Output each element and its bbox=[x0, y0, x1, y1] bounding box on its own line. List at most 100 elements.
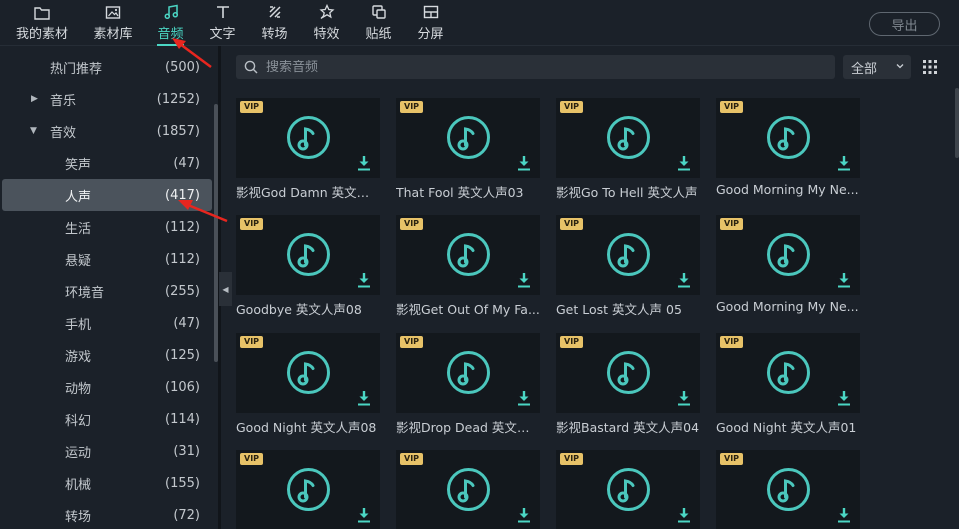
split-screen-icon bbox=[422, 3, 440, 21]
image-library-icon bbox=[104, 3, 122, 21]
audio-thumbnail[interactable]: VIP bbox=[396, 450, 540, 529]
sidebar-item-sound-effects[interactable]: ▼ 音效 (1857) bbox=[2, 115, 212, 147]
sidebar-item-phone[interactable]: 手机 (47) bbox=[2, 307, 212, 339]
audio-card[interactable]: VIP Get Lost 英文人声 05 bbox=[556, 215, 700, 317]
audio-library-window: 我的素材 素材库 音频 文字 转场 特效 贴纸 分屏 导出 热门推荐 (500)… bbox=[0, 0, 959, 529]
audio-card[interactable]: VIP Good Morning My Ne... bbox=[716, 215, 860, 317]
download-icon[interactable] bbox=[677, 390, 691, 406]
audio-card[interactable]: VIP 影视Go To Hell 英文人声 bbox=[556, 98, 700, 200]
audio-card[interactable]: VIP That Fool 英文人声03 bbox=[396, 98, 540, 200]
sidebar-item-scifi[interactable]: 科幻 (114) bbox=[2, 403, 212, 435]
sidebar-item-voice[interactable]: 人声 (417) bbox=[2, 179, 212, 211]
audio-card[interactable]: VIP bbox=[396, 450, 540, 529]
audio-thumbnail[interactable]: VIP bbox=[556, 333, 700, 413]
category-sidebar: 热门推荐 (500) ▶ 音乐 (1252) ▼ 音效 (1857) 笑声 (4… bbox=[0, 50, 220, 529]
audio-card[interactable]: VIP 影视Bastard 英文人声04 bbox=[556, 333, 700, 435]
audio-title: 影视Get Out Of My Fa... bbox=[396, 302, 540, 317]
vip-badge: VIP bbox=[560, 453, 584, 465]
audio-card[interactable]: VIP Good Morning My Ne... bbox=[716, 98, 860, 200]
search-input[interactable] bbox=[266, 59, 806, 75]
download-icon[interactable] bbox=[357, 272, 371, 288]
download-icon[interactable] bbox=[517, 272, 531, 288]
audio-card[interactable]: VIP Good Night 英文人声08 bbox=[236, 333, 380, 435]
audio-card[interactable]: VIP Good Night 英文人声01 bbox=[716, 333, 860, 435]
download-icon[interactable] bbox=[677, 155, 691, 171]
tab-effects[interactable]: 特效 bbox=[313, 0, 340, 46]
sidebar-item-mechanical[interactable]: 机械 (155) bbox=[2, 467, 212, 499]
tab-split-screen[interactable]: 分屏 bbox=[417, 0, 444, 46]
sidebar-item-animal[interactable]: 动物 (106) bbox=[2, 371, 212, 403]
sidebar-item-sports[interactable]: 运动 (31) bbox=[2, 435, 212, 467]
vip-badge: VIP bbox=[720, 218, 744, 230]
download-icon[interactable] bbox=[837, 390, 851, 406]
audio-title: 影视God Damn 英文人声 bbox=[236, 185, 380, 200]
audio-thumbnail[interactable]: VIP bbox=[236, 450, 380, 529]
vip-badge: VIP bbox=[400, 218, 424, 230]
audio-card[interactable]: VIP bbox=[556, 450, 700, 529]
audio-thumbnail[interactable]: VIP bbox=[236, 98, 380, 178]
tab-my-media[interactable]: 我的素材 bbox=[16, 0, 68, 46]
audio-title: Good Morning My Ne... bbox=[716, 182, 859, 197]
audio-card[interactable]: VIP bbox=[716, 450, 860, 529]
audio-thumbnail[interactable]: VIP bbox=[716, 98, 860, 178]
audio-thumbnail[interactable]: VIP bbox=[236, 333, 380, 413]
download-icon[interactable] bbox=[837, 155, 851, 171]
sidebar-item-hot[interactable]: 热门推荐 (500) bbox=[2, 51, 212, 83]
audio-card[interactable]: VIP 影视Drop Dead 英文人声 bbox=[396, 333, 540, 435]
collapse-sidebar-button[interactable]: ◀ bbox=[219, 272, 232, 306]
audio-thumbnail[interactable]: VIP bbox=[556, 450, 700, 529]
tab-transitions[interactable]: 转场 bbox=[261, 0, 288, 46]
vip-badge: VIP bbox=[560, 218, 584, 230]
sidebar-item-music[interactable]: ▶ 音乐 (1252) bbox=[2, 83, 212, 115]
chevron-left-icon: ◀ bbox=[222, 284, 229, 294]
tab-stock-library[interactable]: 素材库 bbox=[93, 0, 133, 46]
audio-card[interactable]: VIP Goodbye 英文人声08 bbox=[236, 215, 380, 317]
sidebar-item-ambient[interactable]: 环境音 (255) bbox=[2, 275, 212, 307]
download-icon[interactable] bbox=[837, 507, 851, 523]
effects-icon bbox=[318, 3, 336, 21]
download-icon[interactable] bbox=[677, 272, 691, 288]
content-scrollbar[interactable] bbox=[955, 88, 959, 158]
vip-badge: VIP bbox=[400, 101, 424, 113]
audio-thumbnail[interactable]: VIP bbox=[396, 215, 540, 295]
audio-title: Good Night 英文人声08 bbox=[236, 420, 377, 435]
audio-thumbnail[interactable]: VIP bbox=[716, 333, 860, 413]
audio-thumbnail[interactable]: VIP bbox=[556, 215, 700, 295]
download-icon[interactable] bbox=[517, 155, 531, 171]
export-button[interactable]: 导出 bbox=[869, 12, 940, 36]
download-icon[interactable] bbox=[357, 155, 371, 171]
download-icon[interactable] bbox=[517, 507, 531, 523]
search-icon bbox=[244, 60, 258, 74]
folder-icon bbox=[33, 3, 51, 21]
audio-thumbnail[interactable]: VIP bbox=[236, 215, 380, 295]
sidebar-item-suspense[interactable]: 悬疑 (112) bbox=[2, 243, 212, 275]
tab-stickers[interactable]: 贴纸 bbox=[365, 0, 392, 46]
vip-badge: VIP bbox=[240, 453, 264, 465]
sidebar-item-life[interactable]: 生活 (112) bbox=[2, 211, 212, 243]
sidebar-item-laughter[interactable]: 笑声 (47) bbox=[2, 147, 212, 179]
collapse-arrow-icon[interactable]: ▼ bbox=[30, 126, 37, 136]
sticker-icon bbox=[370, 3, 388, 21]
tab-text[interactable]: 文字 bbox=[209, 0, 236, 46]
sidebar-item-transition[interactable]: 转场 (72) bbox=[2, 499, 212, 529]
audio-thumbnail[interactable]: VIP bbox=[396, 98, 540, 178]
audio-thumbnail[interactable]: VIP bbox=[396, 333, 540, 413]
search-bar[interactable] bbox=[236, 55, 835, 79]
audio-thumbnail[interactable]: VIP bbox=[716, 215, 860, 295]
audio-thumbnail[interactable]: VIP bbox=[716, 450, 860, 529]
download-icon[interactable] bbox=[357, 507, 371, 523]
download-icon[interactable] bbox=[357, 390, 371, 406]
audio-card[interactable]: VIP 影视God Damn 英文人声 bbox=[236, 98, 380, 200]
sidebar-item-game[interactable]: 游戏 (125) bbox=[2, 339, 212, 371]
grid-view-icon[interactable] bbox=[922, 59, 938, 75]
tab-audio[interactable]: 音频 bbox=[157, 0, 184, 46]
music-note-icon bbox=[766, 115, 811, 160]
audio-thumbnail[interactable]: VIP bbox=[556, 98, 700, 178]
filter-dropdown[interactable]: 全部 bbox=[843, 55, 911, 79]
download-icon[interactable] bbox=[677, 507, 691, 523]
download-icon[interactable] bbox=[837, 272, 851, 288]
expand-arrow-icon[interactable]: ▶ bbox=[31, 94, 38, 104]
download-icon[interactable] bbox=[517, 390, 531, 406]
audio-card[interactable]: VIP bbox=[236, 450, 380, 529]
audio-card[interactable]: VIP 影视Get Out Of My Fa... bbox=[396, 215, 540, 317]
